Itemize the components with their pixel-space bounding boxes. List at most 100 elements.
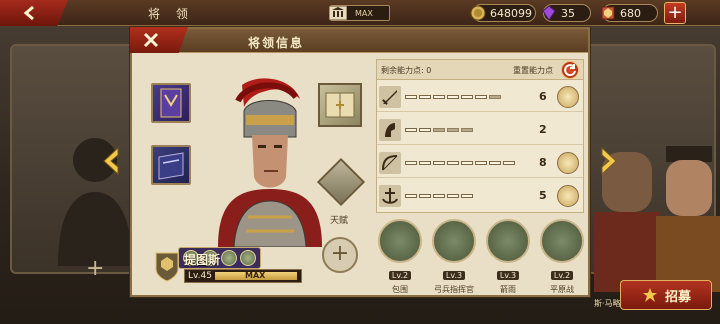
- add-hero-icon[interactable]: +: [86, 256, 104, 281]
- skill-name: 平原战: [550, 285, 574, 294]
- attribute-dash: [419, 194, 431, 198]
- archer-commander-skill-icon: [432, 219, 476, 263]
- hero-name-plate: 提图斯 Lv.45 MAX: [154, 249, 304, 287]
- hero-silhouette-icon: [58, 138, 132, 266]
- talent-label: 天赋: [330, 216, 349, 226]
- attribute-dash: [405, 161, 417, 165]
- background-hero-portrait-2: [656, 146, 720, 292]
- attribute-value: 8: [539, 156, 547, 169]
- page-title: 将 领: [148, 7, 194, 21]
- skill-name: 箭雨: [500, 285, 516, 294]
- plains-battle-skill-icon: [540, 219, 584, 263]
- next-hero-arrow-icon[interactable]: [598, 146, 620, 176]
- skill-name: 弓兵指挥官: [434, 285, 474, 294]
- skill-level: Lv.2: [550, 271, 574, 280]
- skill-slot[interactable]: Lv.3 箭雨: [484, 219, 532, 295]
- attribute-dash: [461, 194, 473, 198]
- hero-level: Lv.45: [188, 271, 212, 281]
- attribute-header: 剩余能力点: 0 重置能力点: [377, 60, 583, 80]
- open-book-icon: [325, 92, 355, 118]
- attribute-dash: [419, 128, 431, 132]
- skill-slot[interactable]: Lv.3 弓兵指挥官: [430, 219, 478, 295]
- bow-icon: [379, 152, 401, 174]
- recruit-button[interactable]: 招募: [620, 280, 712, 310]
- attribute-upgrade-icon[interactable]: [557, 152, 579, 174]
- attribute-dash: [503, 161, 515, 165]
- arrow-rain-skill-icon: [486, 219, 530, 263]
- gem-icon: [542, 5, 556, 21]
- attribute-dash: [475, 161, 487, 165]
- recruit-icon: [642, 288, 657, 302]
- gems-counter[interactable]: 35: [542, 4, 591, 22]
- hero-info-dialog: 将领信息 提图斯 Lv.45 MAX 天赋 + 剩余能力点: 0 重置能力点 6…: [130, 27, 590, 297]
- prev-hero-arrow-icon[interactable]: [100, 146, 122, 176]
- skill-slot[interactable]: Lv.2 平原战: [538, 219, 586, 295]
- dialog-body: 提图斯 Lv.45 MAX 天赋 + 剩余能力点: 0 重置能力点 6 2 8 …: [132, 53, 588, 295]
- attribute-dashes: [405, 95, 501, 99]
- attribute-row-horse: 2: [377, 115, 583, 145]
- skill-slot[interactable]: Lv.2 包围: [376, 219, 424, 295]
- reset-points-button[interactable]: [561, 61, 579, 79]
- attribute-value: 2: [539, 123, 547, 136]
- attribute-row-sword: 6: [377, 82, 583, 112]
- attribute-dashes: [405, 128, 473, 132]
- attribute-dash: [405, 128, 417, 132]
- close-icon: [143, 32, 159, 48]
- coins-value: 648099: [490, 6, 532, 20]
- hero-exp-bar: Lv.45 MAX: [184, 269, 302, 283]
- attribute-dash: [433, 194, 445, 198]
- skill-level: Lv.2: [388, 271, 412, 280]
- sword-icon: [379, 86, 401, 108]
- add-talent-button[interactable]: +: [322, 237, 358, 273]
- attribute-upgrade-icon[interactable]: [557, 185, 579, 207]
- attribute-dash: [489, 95, 501, 99]
- rank-points-value: 680: [620, 6, 641, 20]
- attribute-value: 6: [539, 90, 547, 103]
- attribute-dash: [433, 95, 445, 99]
- attribute-dash: [461, 128, 473, 132]
- top-bar: 将 领 MAX 648099 35 680 +: [0, 0, 720, 26]
- background-hero-name: 斯·马略: [594, 299, 621, 308]
- attribute-dash: [447, 95, 459, 99]
- attribute-row-anchor: 5: [377, 181, 583, 211]
- attribute-upgrade-icon[interactable]: [557, 86, 579, 108]
- horse-icon: [379, 119, 401, 141]
- attribute-dash: [447, 128, 459, 132]
- attribute-dash: [489, 161, 501, 165]
- attribute-dash: [461, 95, 473, 99]
- coin-icon: [470, 5, 486, 21]
- dialog-title: 将领信息: [248, 36, 305, 50]
- rank-points-counter[interactable]: 680: [601, 4, 658, 22]
- hero-exp-max-label: MAX: [245, 271, 266, 280]
- close-button[interactable]: [130, 27, 188, 53]
- anchor-icon: [379, 185, 401, 207]
- encircle-skill-icon: [378, 219, 422, 263]
- medal-icon: [601, 6, 615, 20]
- skill-level: Lv.3: [442, 271, 466, 280]
- gems-value: 35: [561, 6, 575, 20]
- recruit-label: 招募: [664, 289, 691, 305]
- attribute-dash: [419, 161, 431, 165]
- attribute-value: 5: [539, 189, 547, 202]
- attribute-dashes: [405, 194, 473, 198]
- add-currency-button[interactable]: +: [664, 2, 686, 24]
- refresh-icon: [564, 64, 576, 77]
- attribute-dash: [447, 194, 459, 198]
- attribute-dash: [405, 95, 417, 99]
- building-level-pill: MAX: [329, 5, 390, 21]
- temple-icon: [329, 6, 347, 20]
- coins-counter[interactable]: 648099: [470, 4, 536, 22]
- remaining-points-label: 剩余能力点: 0: [381, 66, 432, 75]
- talent-book-button[interactable]: [318, 83, 362, 127]
- back-arrow-icon: [23, 5, 34, 21]
- skill-level: Lv.3: [496, 271, 520, 280]
- attribute-dashes: [405, 161, 515, 165]
- attribute-dash: [419, 95, 431, 99]
- attribute-dash: [461, 161, 473, 165]
- attribute-dash: [475, 95, 487, 99]
- attribute-dash: [433, 128, 445, 132]
- attribute-row-bow: 8: [377, 148, 583, 178]
- rank-shield-icon: [155, 252, 179, 282]
- reset-points-label: 重置能力点: [513, 66, 553, 75]
- back-button[interactable]: [0, 0, 68, 26]
